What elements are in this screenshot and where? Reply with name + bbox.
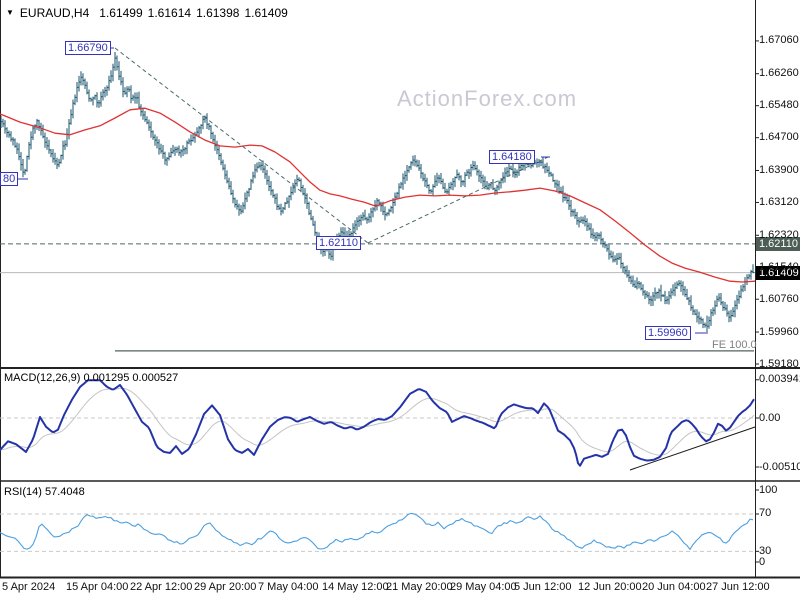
time-axis-tick: 27 Jun 12:00	[706, 581, 770, 593]
macd-trendline	[629, 426, 756, 471]
time-axis-tick: 20 Jun 04:00	[642, 581, 706, 593]
macd-axis-tick: 0.003941	[759, 373, 800, 386]
time-axis-tick: 14 May 12:00	[322, 581, 389, 593]
macd-main-line	[0, 379, 755, 467]
quote-close: 1.61409	[244, 6, 288, 20]
price-axis-tick: 1.59960	[759, 325, 799, 338]
price-label-box[interactable]: 1.59960	[645, 326, 691, 340]
rsi-line	[0, 512, 754, 550]
price-axis-tick: 1.62320	[759, 228, 799, 241]
rsi-axis-tick: 100	[759, 483, 778, 496]
symbol-timeframe: EURAUD,H4	[19, 6, 90, 20]
macd-indicator-label: MACD(12,26,9) 0.001295 0.000527	[4, 372, 179, 384]
price-axis-tick: 1.64700	[759, 131, 799, 144]
price-axis-tick: 1.61540	[759, 260, 799, 273]
price-label-box[interactable]: 1.64180	[489, 150, 535, 164]
price-axis-tick: 1.60760	[759, 292, 799, 305]
time-axis-tick: 15 Apr 04:00	[66, 581, 129, 593]
price-axis-tick: 1.66260	[759, 67, 799, 80]
time-axis-tick: 5 Apr 2024	[2, 581, 56, 593]
price-label-box[interactable]: 1.66790	[65, 41, 111, 55]
time-axis-tick: 5 Jun 12:00	[514, 581, 572, 593]
time-axis-tick: 21 May 20:00	[386, 581, 453, 593]
moving-average-line	[0, 107, 756, 283]
time-axis-tick: 7 May 04:00	[258, 581, 319, 593]
macd-signal-line	[0, 387, 755, 456]
chart-window: ▼ EURAUD,H4 1.61499 1.61614 1.61398 1.61409 A…	[0, 0, 800, 600]
price-label-box[interactable]: 80	[0, 172, 19, 186]
quote-open: 1.61499	[99, 6, 143, 20]
time-axis-tick: 22 Apr 12:00	[130, 581, 193, 593]
chart-title-bar: ▼ EURAUD,H4 1.61499 1.61614 1.61398 1.61409	[6, 6, 293, 20]
price-axis-tick: 1.65480	[759, 99, 799, 112]
price-axis-tick: 1.67060	[759, 34, 799, 47]
time-axis-tick: 29 May 04:00	[450, 581, 517, 593]
time-axis-tick: 29 Apr 20:00	[194, 581, 257, 593]
symbol-dropdown-icon[interactable]: ▼	[6, 8, 14, 17]
macd-axis-tick: -0.005103	[759, 460, 800, 473]
time-axis-tick: 12 Jun 20:00	[578, 581, 642, 593]
fib-extension-label: FE 100.0	[712, 339, 757, 351]
rsi-axis-tick: 0	[759, 555, 766, 568]
price-bars-series	[0, 52, 755, 332]
price-axis-tick: 1.59180	[759, 357, 799, 370]
rsi-indicator-label: RSI(14) 57.4048	[4, 486, 85, 498]
quote-low: 1.61398	[196, 6, 240, 20]
macd-axis-tick: 0.00	[759, 411, 781, 424]
price-label-box[interactable]: 1.62110	[316, 236, 361, 250]
price-axis-tick: 1.63120	[759, 195, 799, 208]
watermark: ActionForex.com	[397, 86, 578, 111]
rsi-axis-tick: 70	[759, 507, 772, 520]
price-axis-tick: 1.63900	[759, 163, 799, 176]
quote-high: 1.61614	[147, 6, 192, 20]
